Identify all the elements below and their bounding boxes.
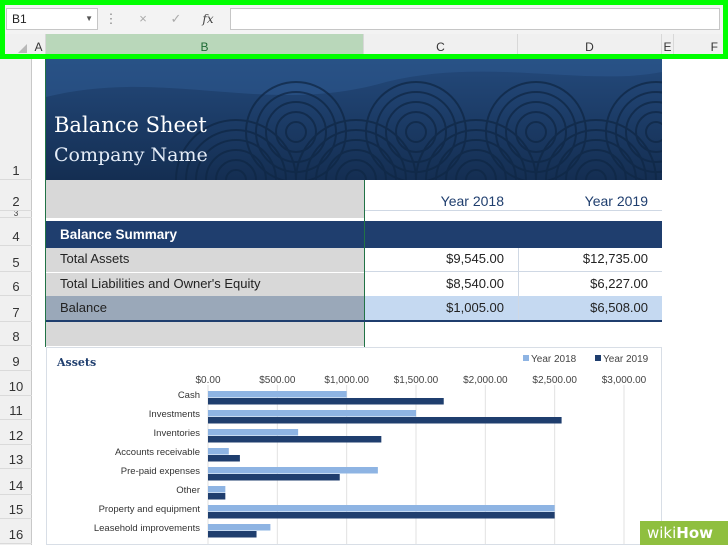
column-header-b[interactable]: B (46, 34, 364, 56)
value-total-liabilities-2019[interactable]: $6,227.00 (518, 273, 662, 296)
row-label-total-assets[interactable]: Total Assets (46, 248, 364, 272)
value-balance-2019[interactable]: $6,508.00 (518, 296, 662, 321)
header-year-2018[interactable]: Year 2018 (365, 180, 518, 211)
category-label: Other (176, 485, 200, 496)
cancel-icon[interactable]: × (132, 9, 154, 29)
row-header-1[interactable]: 1 (0, 56, 32, 180)
row-header-3[interactable]: 3 (0, 211, 32, 218)
cell-b3[interactable] (46, 211, 364, 218)
row-header-6[interactable]: 6 (0, 272, 32, 296)
column-header-e[interactable]: E (662, 34, 674, 56)
formula-input[interactable] (230, 8, 720, 30)
legend-label-1: Year 2019 (603, 354, 649, 365)
legend-label-0: Year 2018 (531, 354, 577, 365)
bar-0 (208, 429, 299, 436)
legend-swatch-1 (595, 355, 601, 361)
x-tick-label: $2,500.00 (532, 375, 577, 386)
more-options-icon[interactable]: ⋮ (104, 9, 118, 29)
row-header-5[interactable]: 5 (0, 246, 32, 272)
column-header-c[interactable]: C (364, 34, 518, 56)
value-balance-2018[interactable]: $1,005.00 (365, 296, 518, 321)
assets-chart[interactable]: Assets Year 2018 Year 2019 $0.00 $500.00 $1,0… (46, 347, 662, 545)
row-header: 1 2 3 4 5 6 7 8 9 10 11 12 13 14 15 16 (0, 56, 32, 545)
category-label: Inventories (154, 428, 201, 439)
name-box-value: B1 (12, 12, 27, 26)
sheet-title: Balance Sheet (54, 113, 207, 137)
wikihow-watermark: wikiHow (640, 521, 728, 545)
category-label: Accounts receivable (115, 447, 200, 458)
bar-0 (208, 486, 226, 493)
chevron-down-icon[interactable]: ▼ (85, 9, 93, 29)
bar-0 (208, 524, 271, 531)
header-year-2019[interactable]: Year 2019 (518, 180, 662, 211)
row-header-2[interactable]: 2 (0, 180, 32, 211)
x-tick-label: $1,500.00 (394, 375, 439, 386)
row-label-balance[interactable]: Balance (46, 296, 364, 321)
section-title-fill[interactable] (365, 221, 662, 248)
row-header-11[interactable]: 11 (0, 396, 32, 420)
row-header-4[interactable]: 4 (0, 218, 32, 246)
value-total-liabilities-2018[interactable]: $8,540.00 (365, 273, 518, 296)
chart-title: Assets (56, 356, 96, 369)
row-header-16[interactable]: 16 (0, 519, 32, 544)
column-header-d[interactable]: D (518, 34, 662, 56)
legend-swatch-0 (523, 355, 529, 361)
row-header-13[interactable]: 13 (0, 445, 32, 469)
row-header-9[interactable]: 9 (0, 346, 32, 371)
row-header-10[interactable]: 10 (0, 371, 32, 396)
cell-b8[interactable] (46, 322, 364, 346)
table-divider (518, 248, 519, 320)
x-tick-label: $1,000.00 (324, 375, 369, 386)
x-tick-label: $0.00 (195, 375, 220, 386)
bar-1 (208, 493, 226, 500)
bar-1 (208, 436, 382, 443)
formula-bar: B1 ▼ ⋮ × ✓ fx (0, 0, 728, 34)
x-tick-label: $2,000.00 (463, 375, 508, 386)
row-label-total-liabilities[interactable]: Total Liabilities and Owner's Equity (46, 273, 364, 296)
chart-canvas: Assets Year 2018 Year 2019 $0.00 $500.00 $1,0… (56, 354, 649, 544)
value-total-assets-2018[interactable]: $9,545.00 (365, 248, 518, 272)
x-tick-label: $500.00 (259, 375, 296, 386)
bar-1 (208, 455, 240, 462)
bar-0 (208, 467, 378, 474)
bar-0 (208, 391, 347, 398)
row-header-8[interactable]: 8 (0, 322, 32, 346)
category-label: Property and equipment (99, 504, 201, 515)
bar-1 (208, 512, 555, 519)
title-banner[interactable]: Balance Sheet Company Name (46, 57, 662, 180)
value-total-assets-2019[interactable]: $12,735.00 (518, 248, 662, 272)
category-label: Leasehold improvements (94, 523, 200, 534)
company-name: Company Name (54, 144, 208, 166)
select-all-button[interactable] (0, 34, 30, 56)
category-label: Pre-paid expenses (121, 466, 200, 477)
name-box[interactable]: B1 ▼ (6, 8, 98, 30)
row-header-7[interactable]: 7 (0, 296, 32, 322)
column-header-f[interactable]: F (674, 34, 728, 56)
bar-1 (208, 474, 340, 481)
bar-0 (208, 410, 416, 417)
enter-icon[interactable]: ✓ (165, 9, 187, 29)
bar-1 (208, 398, 444, 405)
bar-1 (208, 417, 562, 424)
row-header-14[interactable]: 14 (0, 469, 32, 495)
bar-0 (208, 505, 555, 512)
category-label: Cash (178, 390, 200, 401)
section-title[interactable]: Balance Summary (46, 221, 364, 248)
insert-function-icon[interactable]: fx (197, 9, 219, 29)
column-header-a[interactable]: A (32, 34, 46, 56)
column-header-row: A B C D E F (0, 34, 728, 56)
bar-0 (208, 448, 229, 455)
row-header-15[interactable]: 15 (0, 495, 32, 519)
row-header-12[interactable]: 12 (0, 420, 32, 445)
x-tick-label: $3,000.00 (602, 375, 647, 386)
cell-b2[interactable] (46, 180, 364, 211)
bar-1 (208, 531, 257, 538)
category-label: Investments (149, 409, 200, 420)
